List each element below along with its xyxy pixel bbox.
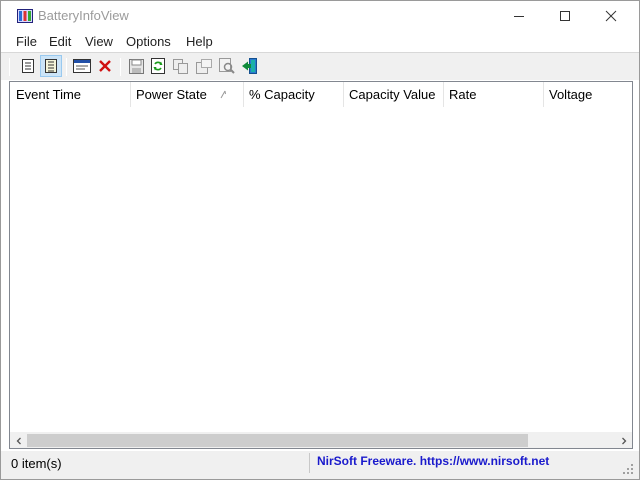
sort-ascending-icon [220,90,226,99]
menu-help[interactable]: Help [185,33,214,50]
status-bar: 0 item(s) NirSoft Freeware. https://www.… [1,451,639,479]
maximize-button[interactable] [542,1,588,31]
scrollbar-thumb[interactable] [27,434,528,447]
maximize-icon [560,11,570,21]
copy-button[interactable] [170,55,192,77]
options-icon [196,58,212,74]
close-button[interactable] [588,1,634,31]
window-title: BatteryInfoView [38,8,129,23]
chevron-left-icon [16,437,21,444]
title-bar[interactable]: BatteryInfoView [1,1,639,31]
horizontal-scrollbar[interactable] [10,432,632,448]
battery-app-icon [17,9,33,23]
toolbar-separator [66,58,67,76]
table-header: Event Time Power State % Capacity Capaci… [10,82,632,107]
delete-button[interactable] [94,55,116,77]
html-report-button[interactable] [71,55,93,77]
refresh-icon [151,58,165,74]
scroll-right-button[interactable] [615,432,632,448]
save-icon [128,58,144,74]
column-header-power-state[interactable]: Power State [130,82,243,107]
find-icon [219,58,235,74]
chevron-right-icon [621,437,626,444]
toolbar-separator [9,58,10,76]
nirsoft-link[interactable]: NirSoft Freeware. https://www.nirsoft.ne… [317,454,549,468]
properties-icon [22,59,34,73]
menu-edit[interactable]: Edit [48,33,72,50]
toolbar [1,52,639,80]
menu-bar: File Edit View Options Help [1,31,639,52]
column-header-voltage[interactable]: Voltage [543,82,632,107]
advanced-icon [45,59,57,73]
app-window: BatteryInfoView File Edit View Options H… [0,0,640,480]
delete-icon [99,60,111,72]
menu-file[interactable]: File [15,33,38,50]
copy-icon [173,58,188,74]
column-header-event-time[interactable]: Event Time [10,82,130,107]
column-header-rate[interactable]: Rate [443,82,543,107]
find-button[interactable] [216,55,238,77]
column-header-capacity-value[interactable]: Capacity Value [343,82,443,107]
options-button[interactable] [193,55,215,77]
close-icon [605,10,617,22]
status-divider [309,453,310,473]
menu-view[interactable]: View [84,33,114,50]
exit-icon [242,58,257,74]
exit-button[interactable] [239,55,261,77]
scroll-left-button[interactable] [10,432,27,448]
html-report-icon [73,59,91,73]
toolbar-separator [120,58,121,76]
minimize-icon [514,16,524,17]
menu-options[interactable]: Options [125,33,172,50]
save-button[interactable] [125,55,147,77]
refresh-button[interactable] [147,55,169,77]
item-count: 0 item(s) [11,456,62,471]
resize-grip-icon[interactable] [621,462,635,476]
event-list[interactable]: Event Time Power State % Capacity Capaci… [9,81,633,449]
minimize-button[interactable] [496,1,542,31]
column-header-percent-capacity[interactable]: % Capacity [243,82,343,107]
advanced-mode-button[interactable] [40,55,62,77]
properties-button[interactable] [17,55,39,77]
